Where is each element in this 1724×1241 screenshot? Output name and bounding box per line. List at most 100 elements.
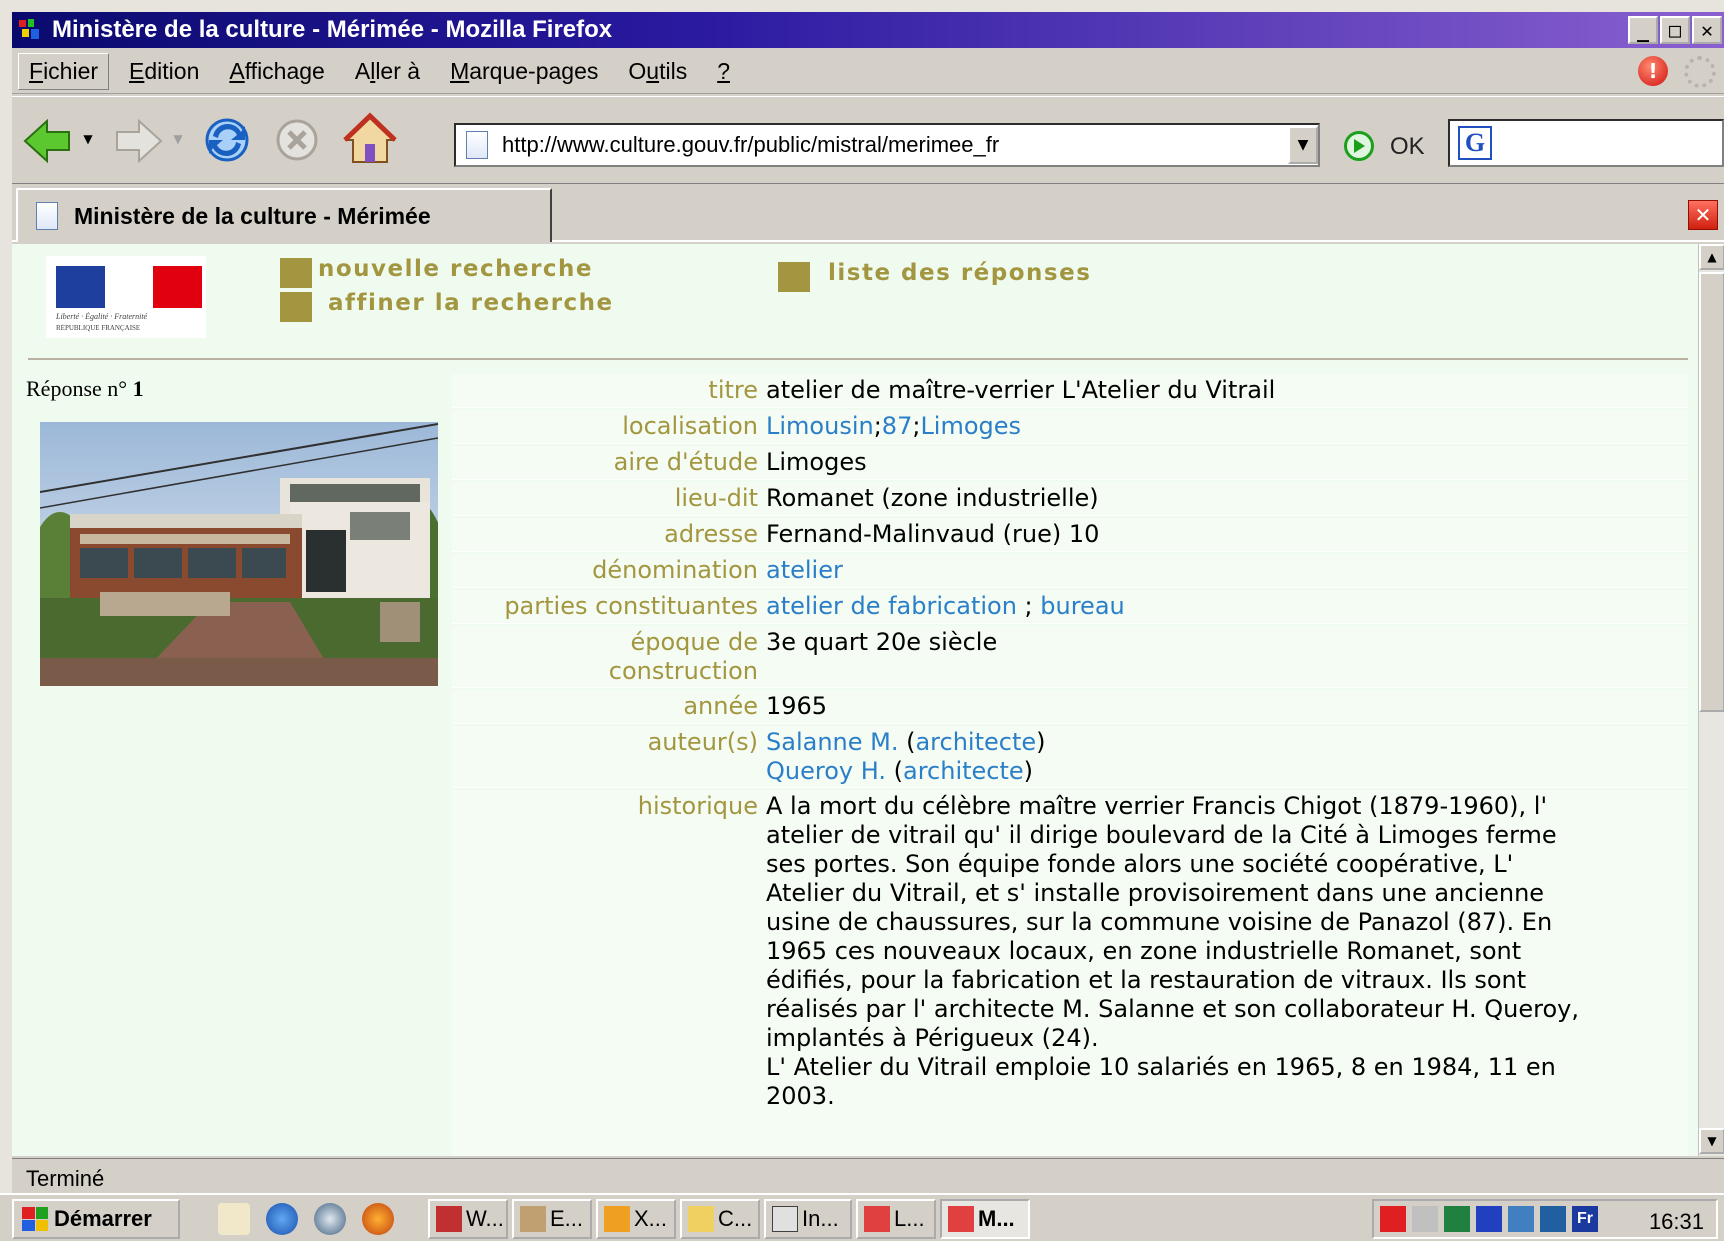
results-list-bullet-icon[interactable]	[778, 262, 810, 292]
divider	[28, 358, 1688, 360]
author-role-link[interactable]: architecte	[915, 728, 1036, 756]
task-label: L...	[894, 1206, 925, 1231]
alert-icon[interactable]: !	[1638, 56, 1668, 86]
close-tab-icon[interactable]: ✕	[1688, 200, 1718, 230]
netscape-icon[interactable]	[314, 1203, 346, 1235]
menu-help[interactable]: ?	[707, 54, 740, 89]
author-role-link[interactable]: architecte	[903, 757, 1024, 785]
adresse-value: Fernand-Malinvaud (rue) 10	[766, 520, 1100, 548]
refine-search-link[interactable]: affiner la recherche	[328, 290, 614, 316]
region-link[interactable]: Limousin	[766, 412, 874, 440]
status-text: Terminé	[26, 1165, 105, 1191]
antivirus-icon[interactable]	[1444, 1206, 1470, 1232]
department-link[interactable]: 87	[882, 412, 913, 440]
city-link[interactable]: Limoges	[920, 412, 1021, 440]
taskbar-button-e[interactable]: E...	[512, 1199, 592, 1239]
results-list-link[interactable]: liste des réponses	[828, 260, 1091, 286]
internet-explorer-icon[interactable]	[266, 1203, 298, 1235]
firefox-icon[interactable]	[362, 1203, 394, 1235]
aire-label: aire d'étude	[613, 448, 758, 476]
quicklaunch-editor-icon[interactable]	[218, 1203, 250, 1235]
forward-arrow-icon[interactable]	[112, 117, 164, 165]
task-app-icon	[604, 1206, 630, 1232]
scroll-down-icon[interactable]: ▼	[1699, 1128, 1724, 1154]
stop-icon[interactable]	[274, 117, 320, 163]
menu-marque-pages[interactable]: Marque-pages	[440, 54, 608, 89]
home-icon[interactable]	[342, 111, 398, 167]
record-row-localisation: localisation Limousin;87;Limoges	[452, 410, 1688, 444]
tab-merimee[interactable]: Ministère de la culture - Mérimée	[16, 188, 552, 242]
forward-dropdown-icon[interactable]: ▼	[170, 131, 186, 147]
network-icon[interactable]	[1508, 1206, 1534, 1232]
go-button[interactable]: OK	[1390, 133, 1425, 161]
tab-page-icon	[36, 202, 58, 230]
url-input[interactable]	[502, 132, 1288, 158]
task-app-icon	[688, 1206, 714, 1232]
republique-francaise-logo: Liberté · Égalité · Fraternité RÉPUBLIQU…	[46, 256, 206, 338]
menu-fichier[interactable]: Fichier	[18, 53, 110, 90]
record-row-titre: titre atelier de maître-verrier L'Atelie…	[452, 374, 1688, 408]
taskbar-button-in[interactable]: In...	[764, 1199, 852, 1239]
epoque-label-line2: construction	[608, 657, 758, 685]
menu-marque-pages-accel: M	[450, 58, 470, 84]
historique-line: édifiés, pour la fabrication et la resta…	[766, 966, 1527, 994]
maximize-button[interactable]: □	[1660, 16, 1690, 44]
task-app-icon	[948, 1206, 974, 1232]
shield-icon[interactable]	[1476, 1206, 1502, 1232]
part-bureau-link[interactable]: bureau	[1040, 592, 1124, 620]
start-label: Démarrer	[54, 1206, 152, 1231]
titre-value: atelier de maître-verrier L'Atelier du V…	[766, 376, 1276, 404]
vertical-scrollbar[interactable]: ▲ ▼	[1698, 244, 1724, 1156]
close-button[interactable]: ✕	[1692, 16, 1722, 44]
start-button[interactable]: Démarrer	[12, 1199, 180, 1239]
taskbar-button-x[interactable]: X...	[596, 1199, 676, 1239]
minimize-button[interactable]: _	[1628, 16, 1658, 44]
author-name-link[interactable]: Salanne M.	[766, 728, 898, 756]
search-box[interactable]: G	[1448, 119, 1724, 167]
new-search-link[interactable]: nouvelle recherche	[318, 256, 593, 282]
url-bar[interactable]: ▼	[454, 123, 1320, 167]
taskbar-button-c[interactable]: C...	[680, 1199, 760, 1239]
scroll-up-icon[interactable]: ▲	[1699, 244, 1724, 270]
auteurs-value: Salanne M. (architecte) Queroy H. (archi…	[766, 728, 1686, 786]
author-name-link[interactable]: Queroy H.	[766, 757, 886, 785]
menu-outils-accel: u	[646, 58, 660, 84]
historique-label: historique	[637, 792, 758, 820]
go-icon[interactable]	[1344, 131, 1374, 161]
language-indicator[interactable]: Fr	[1572, 1206, 1598, 1232]
title-bar[interactable]: Ministère de la culture - Mérimée - Mozi…	[12, 12, 1724, 48]
epoque-label-line1: époque de	[630, 628, 758, 656]
annee-value: 1965	[766, 692, 828, 720]
menu-aller-label: ler à	[375, 58, 421, 84]
back-dropdown-icon[interactable]: ▼	[80, 131, 96, 147]
volume-icon[interactable]	[1412, 1206, 1438, 1232]
task-label: C...	[718, 1206, 753, 1231]
back-arrow-icon[interactable]	[22, 117, 74, 165]
euro-icon[interactable]	[1380, 1206, 1406, 1232]
menu-edition[interactable]: Edition	[119, 54, 209, 89]
taskbar-button-m[interactable]: M...	[940, 1199, 1030, 1239]
menu-affichage-label: ffichage	[244, 58, 325, 84]
reload-icon[interactable]	[200, 113, 254, 167]
menu-affichage[interactable]: Affichage	[219, 54, 334, 89]
display-icon[interactable]	[1540, 1206, 1566, 1232]
part-atelier-link[interactable]: atelier de fabrication	[766, 592, 1017, 620]
tab-label: Ministère de la culture - Mérimée	[74, 202, 431, 229]
taskbar-button-word[interactable]: W...	[428, 1199, 508, 1239]
scroll-thumb[interactable]	[1699, 272, 1724, 712]
task-app-icon	[436, 1206, 462, 1232]
google-search-icon[interactable]: G	[1458, 126, 1492, 160]
task-label: In...	[802, 1206, 839, 1231]
annee-label: année	[683, 692, 758, 720]
refine-search-bullet-icon[interactable]	[280, 292, 312, 322]
denomination-link[interactable]: atelier	[766, 556, 843, 584]
new-search-bullet-icon[interactable]	[280, 258, 312, 288]
building-photo[interactable]	[40, 422, 438, 686]
clock: 16:31	[1648, 1209, 1704, 1234]
windows-logo-icon	[22, 1207, 48, 1231]
menu-outils[interactable]: Outils	[618, 54, 697, 89]
url-dropdown-icon[interactable]: ▼	[1288, 126, 1318, 164]
denomination-label: dénomination	[592, 556, 758, 584]
menu-aller[interactable]: Aller à	[345, 54, 430, 89]
taskbar-button-l[interactable]: L...	[856, 1199, 936, 1239]
